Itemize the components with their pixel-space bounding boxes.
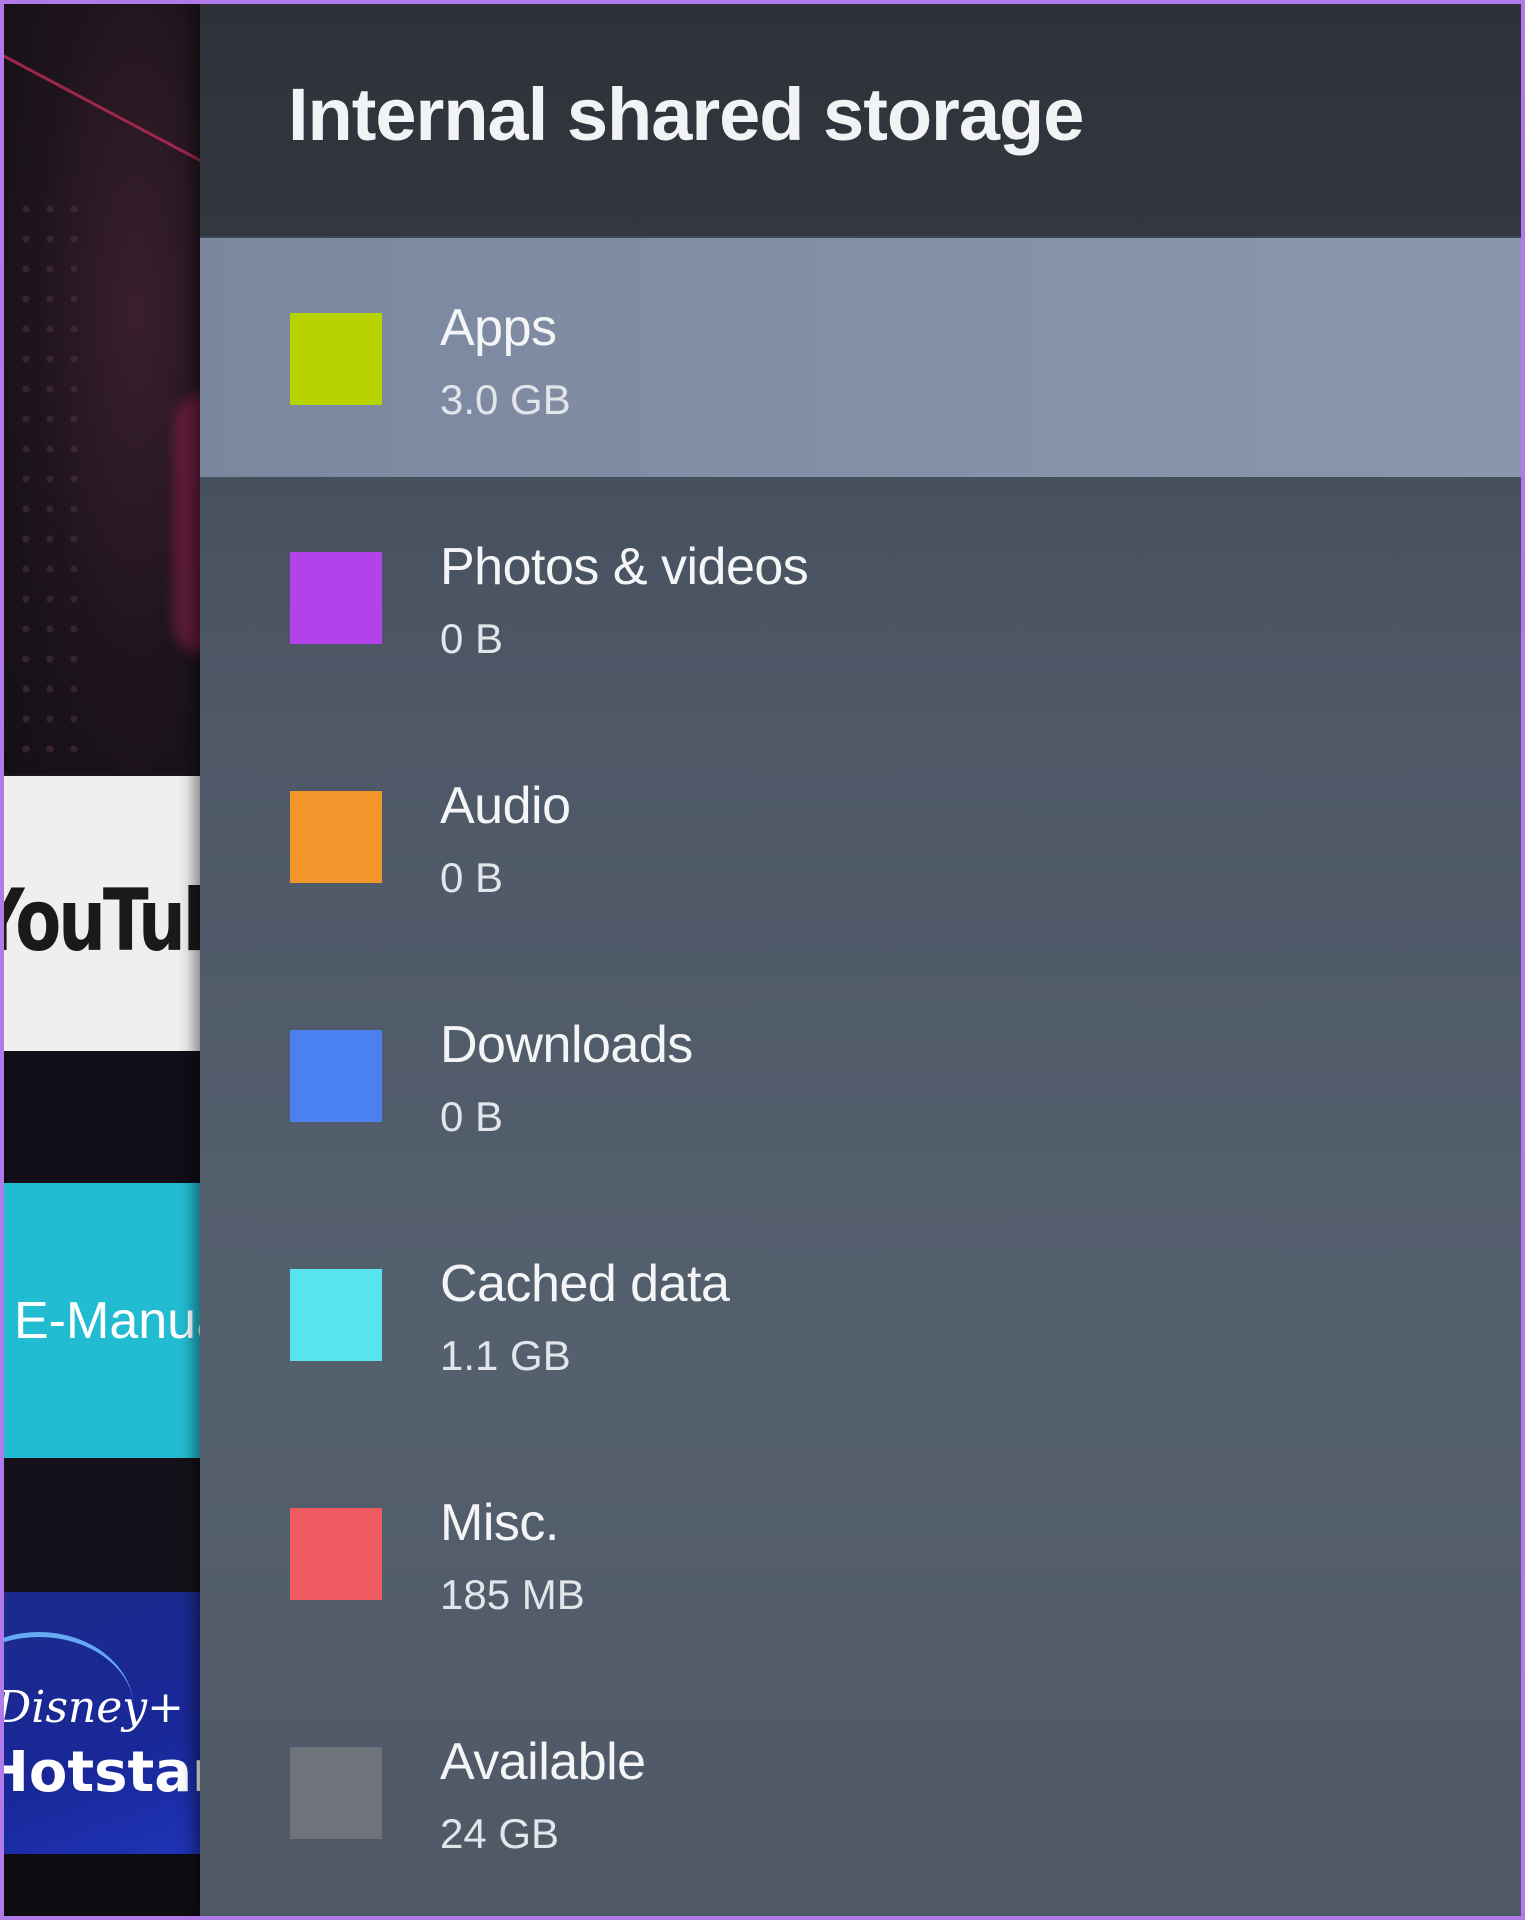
item-label: Audio: [440, 777, 571, 835]
available-color-swatch: [290, 1747, 382, 1839]
storage-item-apps[interactable]: Apps 3.0 GB: [200, 238, 1521, 477]
item-size: 185 MB: [440, 1571, 585, 1618]
cached-data-color-swatch: [290, 1269, 382, 1361]
item-label: Photos & videos: [440, 538, 809, 596]
page-title: Internal shared storage: [288, 73, 1084, 156]
item-label: Available: [440, 1733, 646, 1791]
tile-spacer: [4, 1051, 214, 1183]
hotstar-logo: Hotstar: [4, 1740, 214, 1805]
screen-frame: YouTube E-Manual Disney+ Hotstar Interna…: [0, 0, 1525, 1920]
audio-color-swatch: [290, 791, 382, 883]
storage-item-audio[interactable]: Audio 0 B: [200, 716, 1521, 955]
tile-spacer: [4, 1458, 214, 1592]
storage-category-list: Apps 3.0 GB Photos & videos 0 B Audio 0 …: [200, 238, 1521, 1911]
disney-logo: Disney+: [4, 1682, 185, 1733]
banner-streak: [4, 44, 215, 169]
storage-item-cached-data[interactable]: Cached data 1.1 GB: [200, 1194, 1521, 1433]
item-label: Apps: [440, 299, 557, 357]
app-tile-youtube[interactable]: YouTube: [4, 776, 214, 1051]
storage-item-misc[interactable]: Misc. 185 MB: [200, 1433, 1521, 1672]
storage-item-downloads[interactable]: Downloads 0 B: [200, 955, 1521, 1194]
app-tile-hotstar[interactable]: Disney+ Hotstar: [4, 1592, 214, 1854]
item-size: 24 GB: [440, 1810, 560, 1857]
banner-pattern: [14, 194, 84, 754]
tile-spacer: [4, 1854, 214, 1916]
misc-color-swatch: [290, 1508, 382, 1600]
item-label: Cached data: [440, 1255, 730, 1313]
item-size: 0 B: [440, 615, 504, 662]
item-size: 3.0 GB: [440, 376, 571, 423]
photos-videos-color-swatch: [290, 552, 382, 644]
emanual-label: E-Manual: [14, 1292, 214, 1350]
storage-item-photos-videos[interactable]: Photos & videos 0 B: [200, 477, 1521, 716]
youtube-logo: YouTube: [4, 871, 214, 971]
panel-header: Internal shared storage: [200, 4, 1521, 236]
launcher-background: YouTube E-Manual Disney+ Hotstar: [4, 4, 224, 1916]
item-size: 0 B: [440, 1093, 504, 1140]
apps-color-swatch: [290, 313, 382, 405]
item-size: 0 B: [440, 854, 504, 901]
storage-settings-panel: Internal shared storage Apps 3.0 GB Phot…: [200, 4, 1521, 1916]
featured-banner: [4, 4, 224, 774]
downloads-color-swatch: [290, 1030, 382, 1122]
storage-item-available[interactable]: Available 24 GB: [200, 1672, 1521, 1911]
item-label: Misc.: [440, 1494, 559, 1552]
item-label: Downloads: [440, 1016, 693, 1074]
app-tile-emanual[interactable]: E-Manual: [4, 1183, 214, 1458]
item-size: 1.1 GB: [440, 1332, 571, 1379]
